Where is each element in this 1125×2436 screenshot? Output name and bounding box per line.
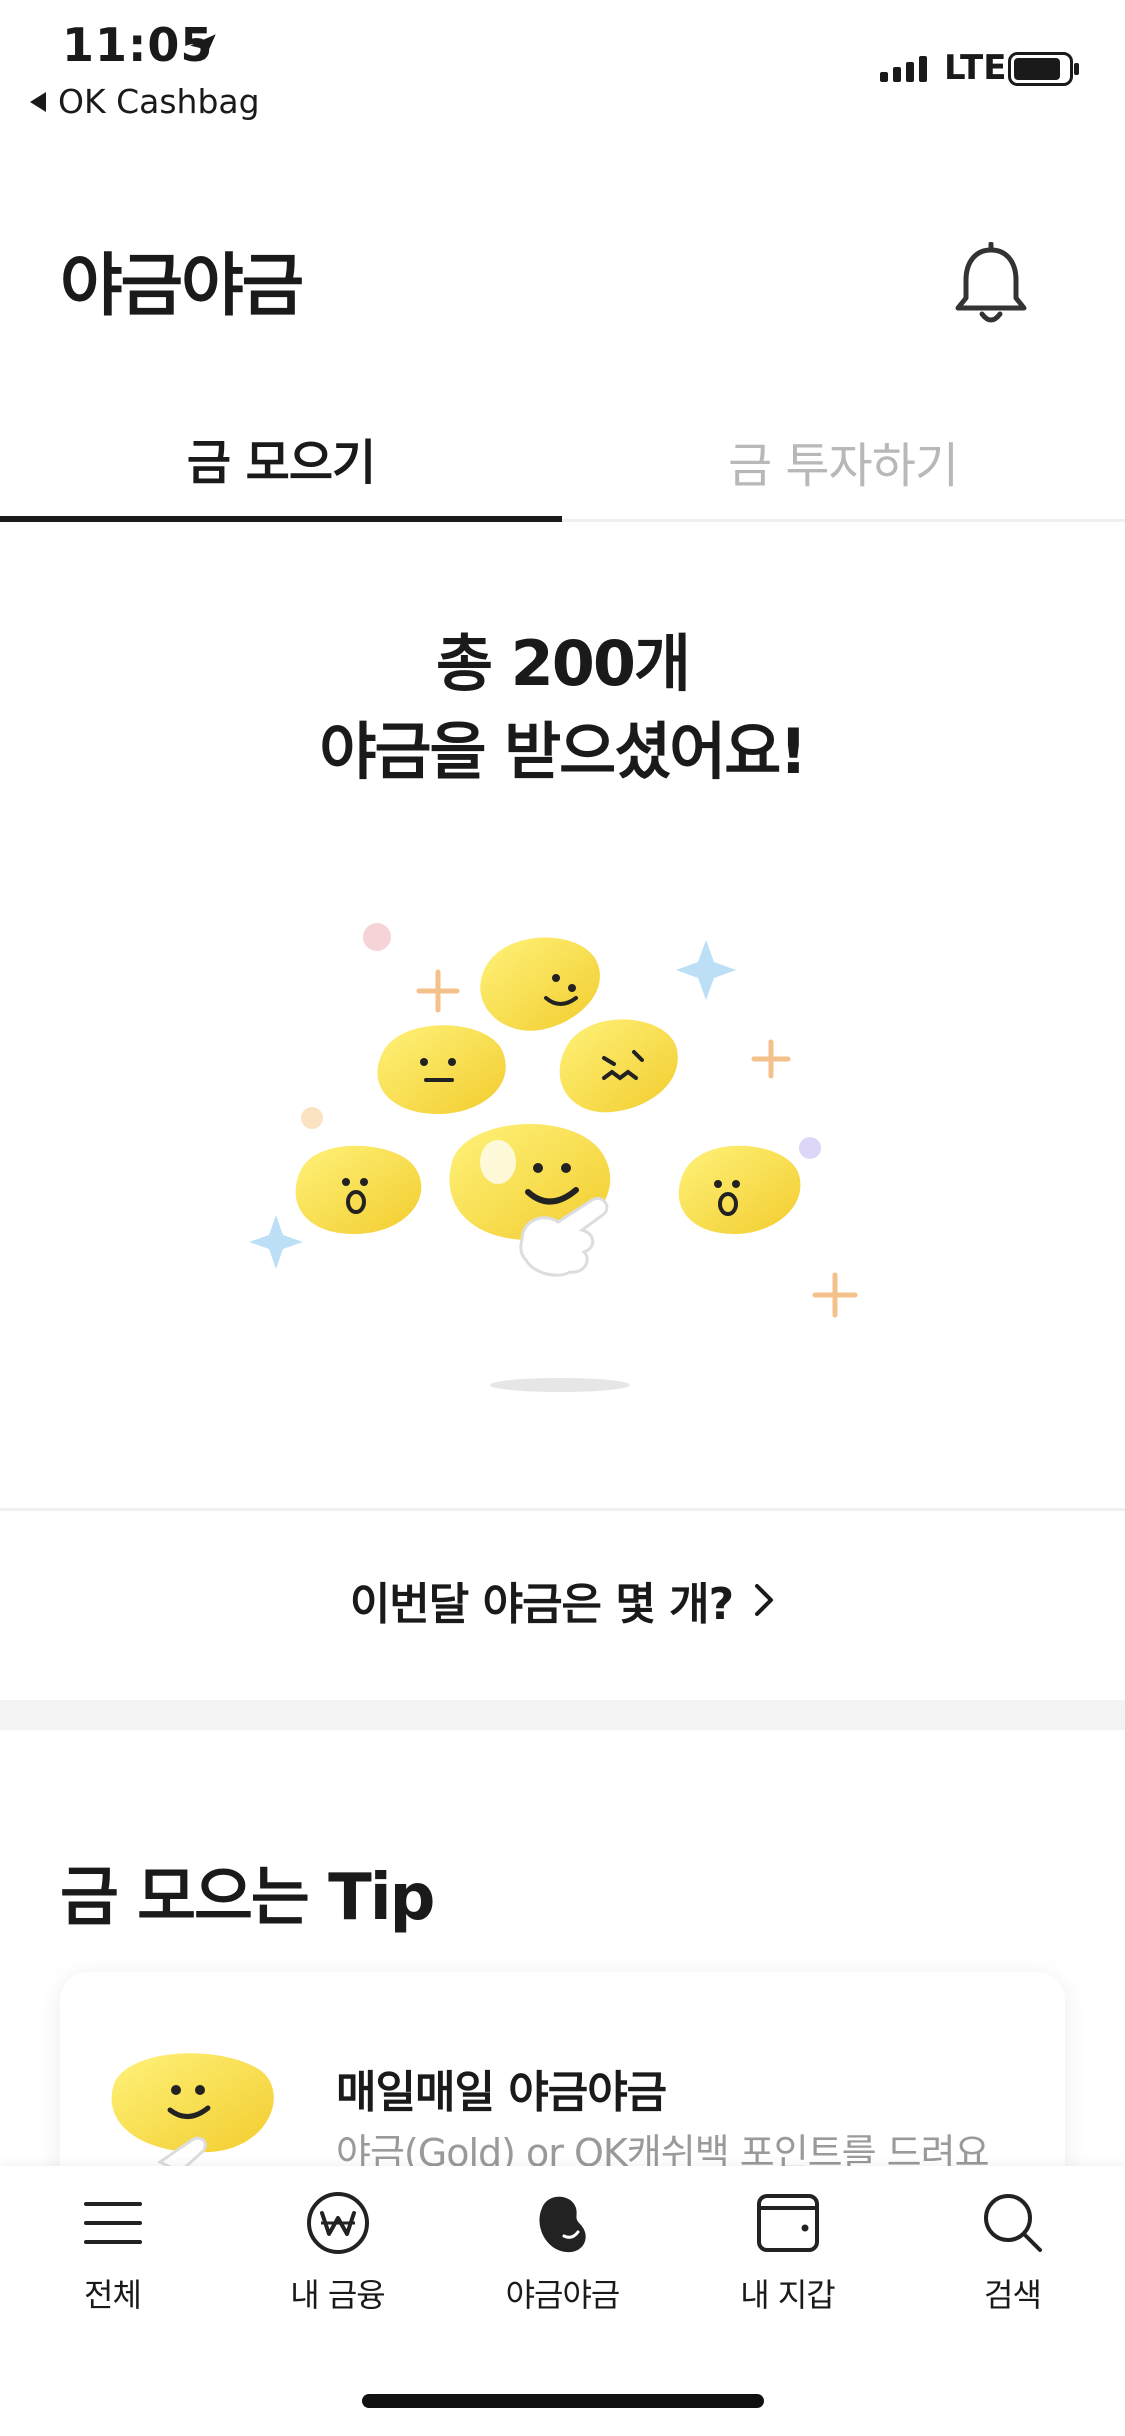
hero-total-count: 총 200개 — [435, 627, 691, 700]
back-triangle-icon — [30, 91, 46, 112]
tab-invest-gold[interactable]: 금 투자하기 — [562, 400, 1124, 522]
monthly-gold-count-link[interactable]: 이번달 야금은 몇 개? — [0, 1560, 1125, 1640]
menu-icon — [83, 2202, 142, 2244]
section-divider — [0, 1508, 1125, 1511]
tab-collect-gold[interactable]: 금 모으기 — [0, 400, 562, 522]
nav-label: 검색 — [984, 2276, 1042, 2314]
back-to-app-button[interactable]: OK Cashbag — [30, 82, 260, 121]
home-indicator[interactable] — [362, 2394, 764, 2408]
nav-label: 내 지갑 — [740, 2276, 835, 2314]
wallet-icon — [756, 2194, 819, 2252]
location-arrow-icon — [190, 34, 216, 60]
nav-yagum[interactable]: 야금야금 — [450, 2188, 675, 2328]
bean-character-icon — [111, 2053, 274, 2174]
hero-summary: 총 200개 야금을 받으셨어요! — [0, 620, 1125, 796]
signal-icon — [880, 56, 927, 82]
search-icon — [983, 2194, 1042, 2252]
nav-my-wallet[interactable]: 내 지갑 — [675, 2188, 900, 2328]
nav-label: 야금야금 — [505, 2276, 621, 2314]
nav-all[interactable]: 전체 — [0, 2188, 225, 2328]
monthly-link-label: 이번달 야금은 몇 개? — [349, 1579, 734, 1630]
header: 야금야금 — [0, 200, 1125, 360]
battery-icon — [1008, 52, 1079, 86]
gold-beans-illustration — [249, 923, 858, 1392]
nav-search[interactable]: 검색 — [900, 2188, 1125, 2328]
nav-label: 전체 — [84, 2276, 142, 2314]
tip-card-title: 매일매일 야금야금 — [336, 2067, 667, 2118]
tips-section-title: 금 모으는 Tip — [60, 1861, 435, 1935]
won-coin-icon — [306, 2192, 369, 2254]
tab-bar: 금 모으기 금 투자하기 — [0, 400, 1125, 522]
chevron-right-icon — [755, 1584, 774, 1616]
nav-label: 내 금융 — [290, 2276, 385, 2314]
status-bar: 11:05 OK Cashbag LTE — [0, 0, 1125, 130]
nav-my-finance[interactable]: 내 금융 — [225, 2188, 450, 2328]
bean-icon — [538, 2196, 586, 2253]
network-label: LTE — [944, 48, 1007, 88]
bell-icon[interactable] — [950, 242, 1032, 328]
back-app-label: OK Cashbag — [58, 82, 260, 121]
page-title: 야금야금 — [60, 247, 304, 326]
section-gap — [0, 1700, 1125, 1730]
hero-received-text: 야금을 받으셨어요! — [319, 715, 807, 788]
